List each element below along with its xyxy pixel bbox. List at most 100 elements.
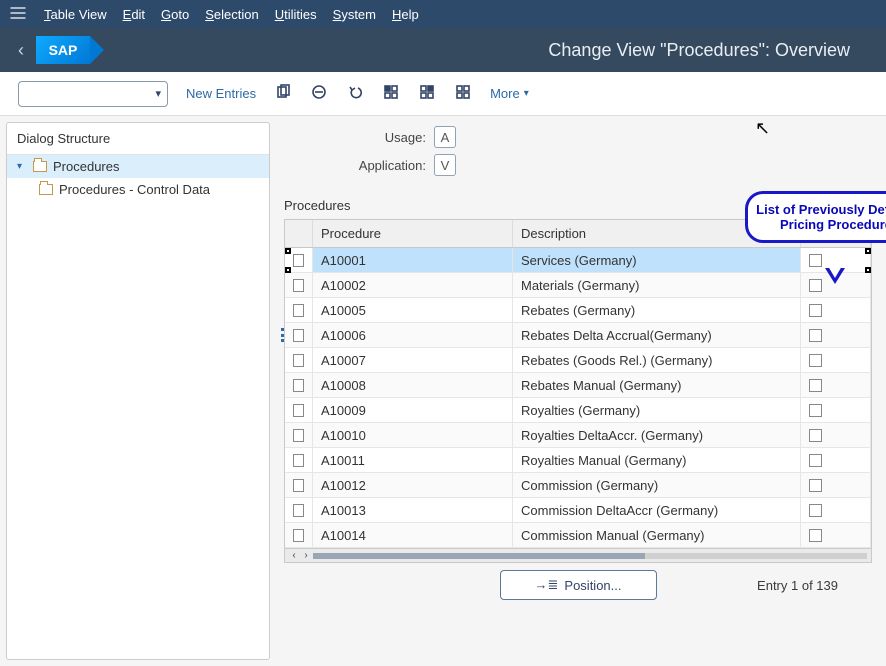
cell-description[interactable]: Rebates Delta Accrual(Germany)	[513, 323, 801, 347]
cell-description[interactable]: Materials (Germany)	[513, 273, 801, 297]
cell-procedure[interactable]: A10008	[313, 373, 513, 397]
cell-description[interactable]: Commission DeltaAccr (Germany)	[513, 498, 801, 522]
cell-description[interactable]: Commission (Germany)	[513, 473, 801, 497]
scroll-left-icon[interactable]: ‹	[289, 550, 299, 561]
row-checkbox[interactable]	[285, 323, 313, 347]
application-field[interactable]: V	[434, 154, 456, 176]
table-row[interactable]: A10011Royalties Manual (Germany)	[285, 448, 871, 473]
copy-icon[interactable]	[274, 84, 292, 104]
table-row[interactable]: A10013Commission DeltaAccr (Germany)	[285, 498, 871, 523]
table-row[interactable]: A10005Rebates (Germany)	[285, 298, 871, 323]
hamburger-icon[interactable]	[8, 3, 28, 26]
menu-goto[interactable]: Goto	[161, 7, 189, 22]
annotation-callout-tail	[825, 268, 845, 284]
row-checkbox[interactable]	[285, 298, 313, 322]
more-label: More	[490, 86, 520, 101]
cell-description[interactable]: Royalties DeltaAccr. (Germany)	[513, 423, 801, 447]
application-label: Application:	[284, 158, 434, 173]
usage-field[interactable]: A	[434, 126, 456, 148]
table-row[interactable]: A10006Rebates Delta Accrual(Germany)	[285, 323, 871, 348]
cell-specific[interactable]	[801, 498, 871, 522]
row-checkbox[interactable]	[285, 473, 313, 497]
cell-procedure[interactable]: A10013	[313, 498, 513, 522]
table-row[interactable]: A10007Rebates (Goods Rel.) (Germany)	[285, 348, 871, 373]
annotation-callout: List of Previously Defined Pricing Proce…	[745, 191, 886, 243]
table-row[interactable]: A10008Rebates Manual (Germany)	[285, 373, 871, 398]
cell-procedure[interactable]: A10010	[313, 423, 513, 447]
tree-node-control-data[interactable]: Procedures - Control Data	[7, 178, 269, 201]
menu-help[interactable]: Help	[392, 7, 419, 22]
row-checkbox[interactable]	[285, 348, 313, 372]
row-checkbox[interactable]	[285, 523, 313, 547]
col-select-all[interactable]	[285, 220, 313, 247]
table-row[interactable]: A10002Materials (Germany)	[285, 273, 871, 298]
cell-specific[interactable]	[801, 298, 871, 322]
cell-description[interactable]: Royalties (Germany)	[513, 398, 801, 422]
menu-table-view[interactable]: Table View	[44, 7, 107, 22]
scrollbar-thumb[interactable]	[313, 553, 645, 559]
table-row[interactable]: A10012Commission (Germany)	[285, 473, 871, 498]
detail-panel: Usage: A Application: V Procedures List …	[270, 116, 886, 666]
undo-icon[interactable]	[346, 84, 364, 104]
col-procedure[interactable]: Procedure	[313, 220, 513, 247]
row-checkbox[interactable]	[285, 248, 313, 272]
cell-specific[interactable]	[801, 348, 871, 372]
position-button[interactable]: →≣ Position...	[500, 570, 657, 600]
cell-procedure[interactable]: A10001	[313, 248, 513, 272]
cell-procedure[interactable]: A10006	[313, 323, 513, 347]
row-checkbox[interactable]	[285, 373, 313, 397]
cell-specific[interactable]	[801, 398, 871, 422]
cell-procedure[interactable]: A10012	[313, 473, 513, 497]
dialog-structure-panel: Dialog Structure ▾ Procedures Procedures…	[6, 122, 270, 660]
table-row[interactable]: A10009Royalties (Germany)	[285, 398, 871, 423]
row-checkbox[interactable]	[285, 498, 313, 522]
cell-procedure[interactable]: A10005	[313, 298, 513, 322]
toolbar-search-dropdown[interactable]: ▾	[18, 81, 168, 107]
cell-description[interactable]: Services (Germany)	[513, 248, 801, 272]
menu-bar: Table View Edit Goto Selection Utilities…	[0, 0, 886, 28]
cell-procedure[interactable]: A10009	[313, 398, 513, 422]
row-checkbox[interactable]	[285, 398, 313, 422]
delete-icon[interactable]	[310, 84, 328, 104]
menu-edit[interactable]: Edit	[123, 7, 145, 22]
menu-utilities[interactable]: Utilities	[275, 7, 317, 22]
menu-system[interactable]: System	[333, 7, 376, 22]
grid-footer: →≣ Position... Entry 1 of 139	[284, 563, 872, 607]
cell-procedure[interactable]: A10007	[313, 348, 513, 372]
cell-procedure[interactable]: A10011	[313, 448, 513, 472]
row-checkbox[interactable]	[285, 448, 313, 472]
cell-specific[interactable]	[801, 323, 871, 347]
table-row[interactable]: A10001Services (Germany)	[285, 248, 871, 273]
table-row[interactable]: A10014Commission Manual (Germany)	[285, 523, 871, 548]
chevron-down-icon: ▾	[524, 88, 529, 99]
select-block-icon[interactable]	[418, 84, 436, 104]
more-button[interactable]: More ▾	[490, 86, 529, 101]
cell-specific[interactable]	[801, 373, 871, 397]
cell-description[interactable]: Rebates (Goods Rel.) (Germany)	[513, 348, 801, 372]
cell-description[interactable]: Rebates (Germany)	[513, 298, 801, 322]
row-checkbox[interactable]	[285, 273, 313, 297]
horizontal-scrollbar[interactable]: ‹ ›	[285, 548, 871, 562]
table-row[interactable]: A10010Royalties DeltaAccr. (Germany)	[285, 423, 871, 448]
deselect-all-icon[interactable]	[454, 84, 472, 104]
folder-icon	[39, 184, 53, 195]
chevron-down-icon[interactable]: ▾	[17, 161, 27, 172]
page-title: Change View "Procedures": Overview	[90, 40, 874, 61]
back-button[interactable]: ‹	[18, 40, 24, 61]
scrollbar-track[interactable]	[313, 553, 867, 559]
cell-specific[interactable]	[801, 423, 871, 447]
scroll-right-icon[interactable]: ›	[301, 550, 311, 561]
cell-procedure[interactable]: A10002	[313, 273, 513, 297]
cell-description[interactable]: Rebates Manual (Germany)	[513, 373, 801, 397]
new-entries-button[interactable]: New Entries	[186, 86, 256, 101]
tree-node-procedures[interactable]: ▾ Procedures	[7, 155, 269, 178]
cell-specific[interactable]	[801, 473, 871, 497]
cell-specific[interactable]	[801, 523, 871, 547]
cell-procedure[interactable]: A10014	[313, 523, 513, 547]
cell-description[interactable]: Commission Manual (Germany)	[513, 523, 801, 547]
cell-specific[interactable]	[801, 448, 871, 472]
row-checkbox[interactable]	[285, 423, 313, 447]
cell-description[interactable]: Royalties Manual (Germany)	[513, 448, 801, 472]
select-all-icon[interactable]	[382, 84, 400, 104]
menu-selection[interactable]: Selection	[205, 7, 258, 22]
